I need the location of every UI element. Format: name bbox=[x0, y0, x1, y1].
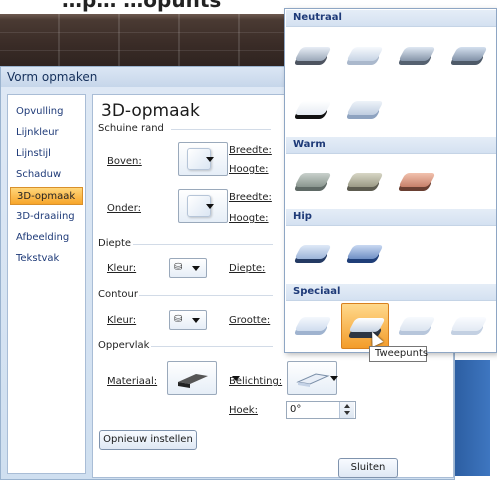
chevron-down-icon[interactable] bbox=[206, 157, 214, 162]
gallery-item[interactable] bbox=[291, 91, 335, 129]
chevron-down-icon[interactable] bbox=[206, 204, 214, 209]
section-depth: Diepte bbox=[98, 238, 132, 249]
nav-item-opvulling[interactable]: Opvulling bbox=[10, 103, 83, 121]
gallery-item[interactable] bbox=[343, 37, 387, 75]
gallery-item[interactable] bbox=[291, 163, 335, 201]
nav-list: Opvulling Lijnkleur Lijnstijl Schaduw 3D… bbox=[7, 94, 86, 474]
nav-item-3d-opmaak[interactable]: 3D-opmaak bbox=[10, 187, 83, 205]
label-height-2: Hoogte: bbox=[229, 213, 269, 224]
label-depth: Diepte: bbox=[229, 263, 266, 274]
label-contour-color: Kleur: bbox=[107, 315, 137, 326]
material-preview bbox=[178, 374, 208, 388]
nav-item-lijnstijl[interactable]: Lijnstijl bbox=[10, 145, 83, 163]
nav-item-lijnkleur[interactable]: Lijnkleur bbox=[10, 124, 83, 142]
bevel-bottom-picker[interactable] bbox=[178, 189, 228, 223]
spin-up-icon[interactable] bbox=[344, 404, 350, 408]
gallery-item[interactable] bbox=[395, 163, 439, 201]
section-divider bbox=[133, 244, 273, 245]
label-angle: Hoek: bbox=[229, 405, 258, 416]
background-blue-bar bbox=[450, 360, 490, 476]
gallery-item[interactable] bbox=[395, 307, 439, 345]
spin-down-icon[interactable] bbox=[344, 411, 350, 415]
gallery-section-neutraal: Neutraal bbox=[286, 10, 496, 27]
chevron-down-icon[interactable] bbox=[330, 376, 338, 381]
gallery-item[interactable] bbox=[343, 163, 387, 201]
nav-item-3d-draaiing[interactable]: 3D-draaiing bbox=[10, 208, 83, 226]
label-bottom: Onder: bbox=[107, 203, 142, 214]
gallery-section-warm: Warm bbox=[286, 137, 496, 154]
panel-title: 3D-opmaak bbox=[101, 101, 200, 121]
lighting-preview bbox=[296, 373, 330, 387]
section-divider bbox=[151, 346, 273, 347]
gallery-item[interactable] bbox=[447, 307, 491, 345]
paint-bucket-icon: ⛁ bbox=[174, 262, 183, 273]
label-height-1: Hoogte: bbox=[229, 164, 269, 175]
gallery-item[interactable] bbox=[343, 235, 387, 273]
bevel-top-picker[interactable] bbox=[178, 142, 228, 176]
contour-color-picker[interactable]: ⛁ bbox=[169, 310, 207, 330]
background-heading: …p… …opunts bbox=[62, 0, 222, 12]
nav-item-afbeelding[interactable]: Afbeelding bbox=[10, 229, 83, 247]
reset-button[interactable]: Opnieuw instellen bbox=[99, 430, 197, 450]
bevel-gallery-dropdown: Neutraal Warm Hip Speciaal bbox=[284, 8, 497, 353]
label-contour-size: Grootte: bbox=[229, 315, 271, 326]
paint-bucket-icon: ⛁ bbox=[174, 314, 183, 325]
depth-color-picker[interactable]: ⛁ bbox=[169, 258, 207, 278]
section-divider bbox=[139, 295, 273, 296]
section-divider bbox=[171, 129, 271, 130]
nav-item-schaduw[interactable]: Schaduw bbox=[10, 166, 83, 184]
nav-item-tekstvak[interactable]: Tekstvak bbox=[10, 250, 83, 268]
angle-spinner[interactable] bbox=[339, 402, 354, 418]
close-button[interactable]: Sluiten bbox=[338, 458, 398, 478]
material-picker[interactable] bbox=[167, 361, 217, 395]
label-width-1: Breedte: bbox=[229, 145, 272, 156]
label-lighting: Belichting: bbox=[229, 376, 283, 387]
tooltip: Tweepunts bbox=[369, 346, 428, 362]
gallery-section-speciaal: Speciaal bbox=[286, 284, 496, 301]
gallery-section-hip: Hip bbox=[286, 209, 496, 226]
gallery-item[interactable] bbox=[447, 37, 491, 75]
gallery-item[interactable] bbox=[291, 307, 335, 345]
chevron-down-icon[interactable] bbox=[192, 266, 200, 271]
chevron-down-icon[interactable] bbox=[192, 318, 200, 323]
section-contour: Contour bbox=[98, 289, 138, 300]
angle-value: 0° bbox=[290, 404, 302, 415]
gallery-item[interactable] bbox=[291, 37, 335, 75]
section-surface: Oppervlak bbox=[98, 340, 150, 351]
label-material: Materiaal: bbox=[107, 376, 158, 387]
section-bevel: Schuine rand bbox=[98, 123, 164, 134]
background-wood-strip bbox=[0, 14, 300, 66]
gallery-item[interactable] bbox=[343, 91, 387, 129]
label-depth-color: Kleur: bbox=[107, 263, 137, 274]
label-top: Boven: bbox=[107, 156, 142, 167]
label-width-2: Breedte: bbox=[229, 192, 272, 203]
gallery-item[interactable] bbox=[395, 37, 439, 75]
gallery-item[interactable] bbox=[291, 235, 335, 273]
